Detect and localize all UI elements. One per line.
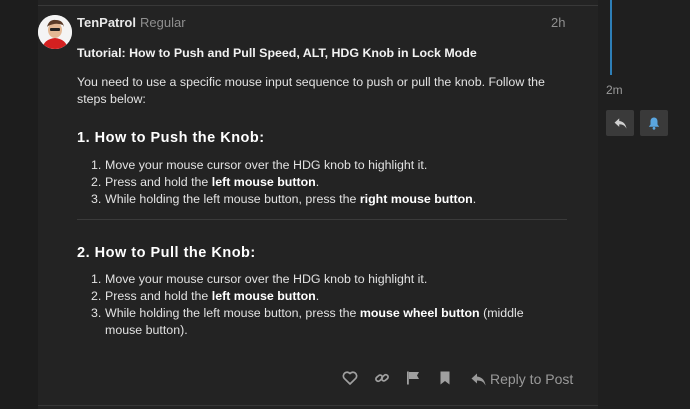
- link-icon[interactable]: [374, 370, 392, 388]
- heart-icon[interactable]: [342, 370, 360, 388]
- post-author: TenPatrol Regular: [77, 15, 186, 30]
- timeline-reply-button[interactable]: [606, 110, 634, 136]
- pull-steps-list: 1. Move your mouse cursor over the HDG kn…: [77, 271, 557, 339]
- reply-arrow-icon: [471, 373, 486, 386]
- step-number: 3.: [91, 192, 102, 206]
- reply-button[interactable]: Reply to Post: [471, 371, 573, 387]
- post-intro: You need to use a specific mouse input s…: [77, 75, 545, 106]
- push-steps-list: 1. Move your mouse cursor over the HDG kn…: [77, 157, 557, 208]
- section-heading-pull: 2. How to Pull the Knob:: [77, 245, 256, 261]
- author-name[interactable]: TenPatrol: [77, 15, 136, 30]
- step-text: While holding the left mouse button, pre…: [105, 192, 360, 206]
- step-text-end: .: [315, 289, 320, 303]
- list-item: 3. While holding the left mouse button, p…: [77, 305, 557, 339]
- step-text: Press and hold the: [105, 175, 212, 189]
- section-heading-push: 1. How to Push the Knob:: [77, 130, 265, 146]
- notifications-button[interactable]: [640, 110, 668, 136]
- bookmark-icon[interactable]: [437, 370, 455, 388]
- page-gutter: [0, 0, 38, 409]
- step-text: Move your mouse cursor over the HDG knob…: [105, 272, 428, 286]
- post-date[interactable]: 2h: [551, 15, 565, 30]
- post-body: Tutorial: How to Push and Pull Speed, AL…: [77, 45, 567, 337]
- step-text: Move your mouse cursor over the HDG knob…: [105, 158, 428, 172]
- step-text: While holding the left mouse button, pre…: [105, 306, 360, 320]
- list-item: 2. Press and hold the left mouse button.: [77, 174, 557, 191]
- step-number: 1.: [91, 158, 102, 172]
- list-item: 3. While holding the left mouse button, p…: [77, 191, 557, 208]
- step-number: 1.: [91, 272, 102, 286]
- avatar[interactable]: [38, 15, 72, 49]
- post-title: Tutorial: How to Push and Pull Speed, AL…: [77, 46, 477, 60]
- reply-label: Reply to Post: [490, 371, 574, 387]
- step-emphasis: mouse wheel button: [359, 306, 480, 320]
- avatar-image: [38, 15, 72, 49]
- post-bottom-divider: [38, 405, 598, 406]
- step-emphasis: left mouse button: [211, 175, 316, 189]
- section-divider: [77, 219, 567, 220]
- step-number: 2.: [91, 289, 102, 303]
- reply-arrow-icon: [614, 117, 626, 129]
- author-title: Regular: [140, 15, 186, 30]
- timeline-date[interactable]: 2m: [606, 83, 623, 97]
- step-text: Press and hold the: [105, 289, 212, 303]
- step-number: 2.: [91, 175, 102, 189]
- list-item: 2. Press and hold the left mouse button.: [77, 288, 557, 305]
- step-text-end: .: [472, 192, 477, 206]
- bell-icon: [648, 117, 660, 130]
- timeline-scroller[interactable]: [610, 0, 612, 75]
- flag-icon[interactable]: [405, 370, 423, 388]
- step-number: 3.: [91, 306, 102, 320]
- post-top-divider: [38, 5, 598, 6]
- list-item: 1. Move your mouse cursor over the HDG kn…: [77, 157, 557, 174]
- step-emphasis: right mouse button: [359, 192, 473, 206]
- list-item: 1. Move your mouse cursor over the HDG kn…: [77, 271, 557, 288]
- step-text-end: .: [315, 175, 320, 189]
- step-emphasis: left mouse button: [211, 289, 316, 303]
